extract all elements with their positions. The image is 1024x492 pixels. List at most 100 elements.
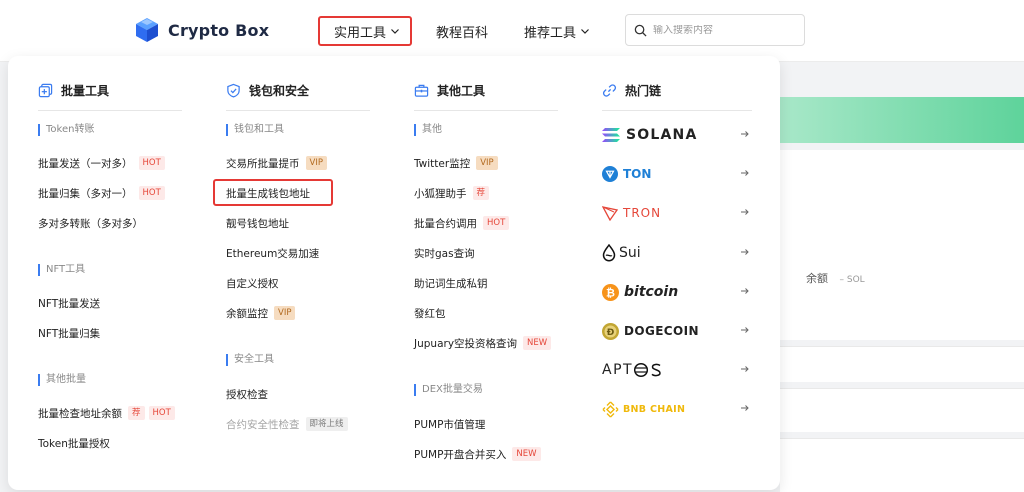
menu-item-label: 授权检查: [226, 388, 268, 401]
shield-check-icon: [227, 83, 240, 98]
menu-item-jupuary-airdrop-check[interactable]: Jupuary空投资格查询 NEW: [414, 335, 552, 351]
hot-badge: HOT: [148, 406, 175, 420]
search-icon: [634, 24, 647, 37]
chevron-down-icon: [581, 29, 589, 34]
new-badge: NEW: [512, 447, 541, 461]
nav-tutorials[interactable]: 教程百科: [436, 19, 488, 43]
balance-value: – SOL: [839, 275, 865, 285]
chain-item-aptos[interactable]: APT: [602, 359, 750, 381]
chain-item-sui[interactable]: Sui: [602, 242, 750, 264]
menu-item-custom-approve[interactable]: 自定义授权: [226, 275, 279, 291]
recommend-badge: 荐: [472, 186, 490, 200]
arrow-right-icon: [741, 131, 749, 137]
logo[interactable]: Crypto Box: [133, 15, 269, 45]
nav-label: 推荐工具: [524, 25, 577, 41]
arrow-right-icon: [741, 249, 749, 255]
menu-item-vanity-wallet[interactable]: 靓号钱包地址: [226, 215, 289, 231]
ton-logo-icon: [602, 166, 618, 182]
background-balance: 余额 – SOL: [806, 270, 865, 286]
column-header-wallet-security: 钱包和安全: [226, 80, 309, 100]
menu-item-token-batch-approve[interactable]: Token批量授权: [38, 435, 110, 451]
column-title: 其他工具: [437, 83, 486, 98]
arrow-right-icon: [741, 405, 749, 411]
vip-badge: VIP: [305, 156, 327, 170]
bitcoin-logo-icon: ₿: [602, 283, 619, 301]
chain-item-tron[interactable]: TRON: [602, 202, 750, 224]
chain-name: SOLANA: [626, 127, 698, 143]
menu-item-label: Jupuary空投资格查询: [414, 337, 518, 350]
arrow-right-icon: [741, 327, 749, 333]
chain-name: TRON: [623, 206, 662, 220]
section-title-nft-tools: NFT工具: [38, 264, 85, 276]
solana-logo-icon: [602, 128, 620, 142]
column-divider: [226, 110, 370, 111]
column-title: 批量工具: [61, 83, 110, 98]
menu-item-twitter-monitor[interactable]: Twitter监控 VIP: [414, 155, 498, 171]
section-title-dex-batch: DEX批量交易: [414, 384, 483, 396]
section-title-wallet-tools: 钱包和工具: [226, 124, 284, 136]
section-title-other-batch: 其他批量: [38, 374, 86, 386]
menu-item-nft-batch-send[interactable]: NFT批量发送: [38, 295, 100, 311]
bnb-logo-icon: [602, 401, 619, 417]
chain-name: APT: [602, 362, 634, 378]
hot-badge: HOT: [138, 156, 165, 170]
menu-item-metamask-helper[interactable]: 小狐狸助手 荐: [414, 185, 490, 201]
menu-item-mnemonic-to-key[interactable]: 助记词生成私钥: [414, 275, 488, 291]
vip-badge: VIP: [476, 156, 498, 170]
menu-item-pump-bundle-buy[interactable]: PUMP开盘合并买入 NEW: [414, 446, 541, 462]
menu-item-exchange-batch-withdraw[interactable]: 交易所批量提币 VIP: [226, 155, 327, 171]
menu-item-gas-query[interactable]: 实时gas查询: [414, 245, 475, 261]
column-divider: [602, 110, 752, 111]
menu-item-many-to-many[interactable]: 多对多转账（多对多）: [38, 215, 143, 231]
menu-item-approval-check[interactable]: 授权检查: [226, 386, 268, 402]
chain-item-solana[interactable]: SOLANA: [602, 124, 750, 146]
arrow-right-icon: [741, 366, 749, 372]
menu-item-balance-monitor[interactable]: 余额监控 VIP: [226, 305, 296, 321]
sui-logo-icon: [602, 244, 616, 262]
menu-item-contract-security-check: 合约安全性检查 即将上线: [226, 416, 348, 432]
menu-item-label: 發红包: [414, 307, 446, 320]
menu-item-label: Ethereum交易加速: [226, 247, 320, 260]
dogecoin-logo-icon: Ð: [602, 322, 619, 340]
chain-name: Sui: [619, 245, 641, 261]
menu-item-label: 自定义授权: [226, 277, 279, 290]
chain-item-ton[interactable]: TON: [602, 163, 750, 185]
menu-item-red-packet[interactable]: 發红包: [414, 305, 446, 321]
background-row: [780, 346, 1024, 382]
menu-item-batch-send[interactable]: 批量发送（一对多） HOT: [38, 155, 165, 171]
menu-item-label: 实时gas查询: [414, 247, 475, 260]
chain-item-bitcoin[interactable]: ₿ bitcoin: [602, 281, 750, 303]
section-title-other: 其他: [414, 124, 442, 136]
arrow-right-icon: [741, 209, 749, 215]
column-title: 热门链: [625, 83, 662, 98]
nav-recommended-tools[interactable]: 推荐工具: [524, 19, 590, 43]
chain-item-dogecoin[interactable]: Ð DOGECOIN: [602, 320, 750, 342]
nav-active-highlight: [318, 16, 412, 46]
background-banner: [778, 97, 1024, 143]
menu-item-label: 交易所批量提币: [226, 157, 300, 170]
menu-item-label: NFT批量发送: [38, 297, 101, 310]
chain-name: TON: [623, 167, 652, 181]
menu-item-label: Token批量授权: [38, 437, 110, 450]
svg-text:₿: ₿: [606, 286, 615, 299]
menu-item-label: PUMP市值管理: [414, 418, 486, 431]
batch-add-icon: [38, 83, 53, 97]
hot-badge: HOT: [483, 216, 510, 230]
cube-logo-icon: [136, 18, 158, 42]
menu-item-nft-batch-collect[interactable]: NFT批量归集: [38, 325, 100, 341]
svg-text:Ð: Ð: [607, 328, 615, 338]
menu-item-batch-collect[interactable]: 批量归集（多对一） HOT: [38, 185, 165, 201]
menu-item-pump-market-cap[interactable]: PUMP市值管理: [414, 416, 485, 432]
nav-label: 教程百科: [436, 25, 489, 41]
menu-item-batch-contract-call[interactable]: 批量合约调用 HOT: [414, 215, 510, 231]
aptos-wordmark-icon: [634, 362, 661, 378]
search-box[interactable]: [625, 14, 805, 46]
search-input[interactable]: [653, 24, 803, 36]
menu-item-label: 靓号钱包地址: [226, 217, 289, 230]
menu-item-label: 余额监控: [226, 307, 268, 320]
section-title-security-tools: 安全工具: [226, 354, 274, 366]
menu-item-batch-check-balance[interactable]: 批量检查地址余额 荐 HOT: [38, 405, 175, 421]
chain-item-bnb-chain[interactable]: BNB CHAIN: [602, 398, 750, 420]
menu-item-highlight: [213, 179, 333, 206]
menu-item-ethereum-tx-speedup[interactable]: Ethereum交易加速: [226, 245, 319, 261]
